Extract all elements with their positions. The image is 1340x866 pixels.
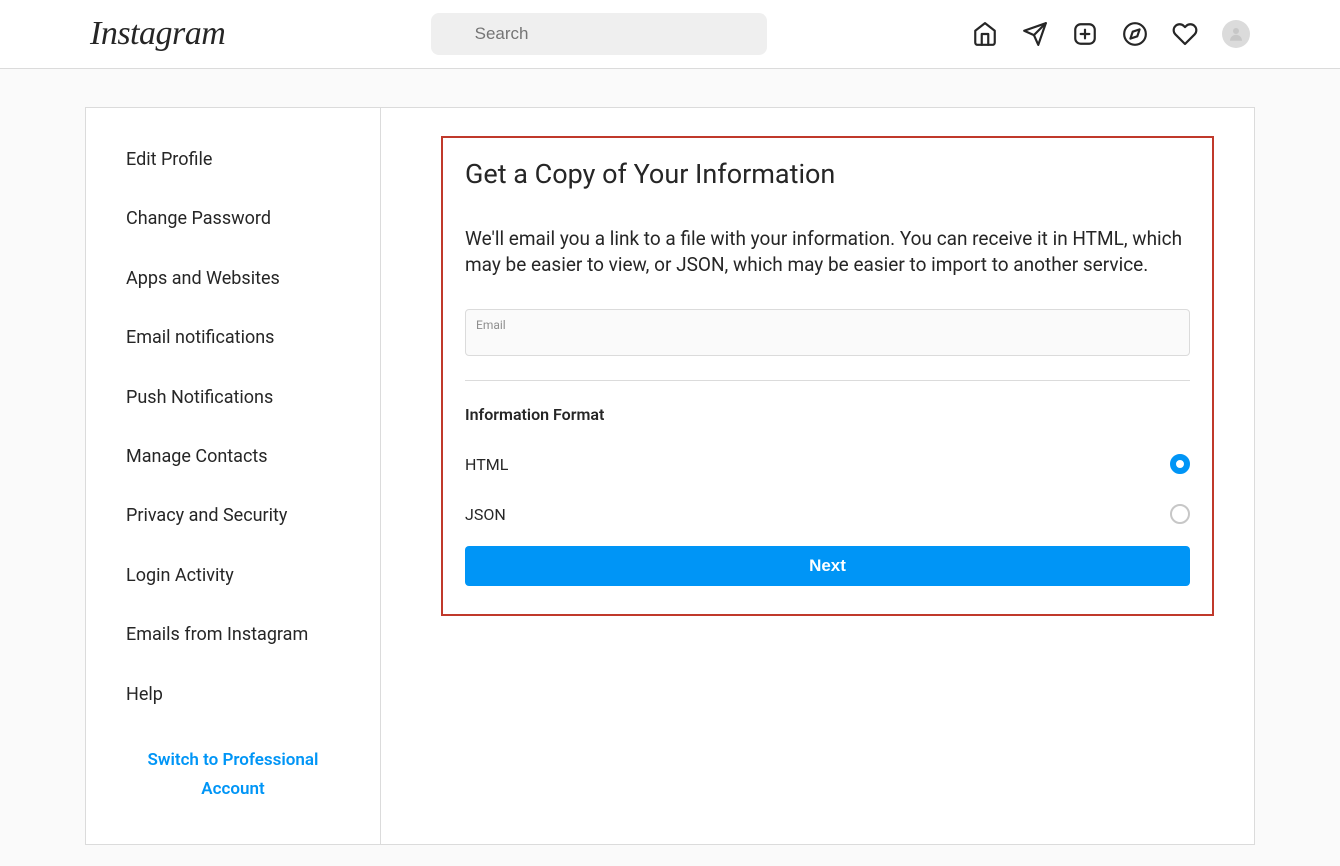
sidebar-item-help[interactable]: Help (86, 665, 380, 724)
format-label-html: HTML (465, 455, 508, 474)
settings-sidebar: Edit Profile Change Password Apps and We… (85, 107, 381, 845)
format-title: Information Format (465, 405, 1190, 424)
format-row-json[interactable]: JSON (465, 496, 1190, 546)
sidebar-item-change-password[interactable]: Change Password (86, 189, 380, 248)
email-field[interactable]: Email (465, 309, 1190, 356)
email-label: Email (476, 318, 1179, 332)
profile-avatar[interactable] (1222, 20, 1250, 48)
sidebar-item-edit-profile[interactable]: Edit Profile (86, 130, 380, 189)
highlighted-section: Get a Copy of Your Information We'll ema… (441, 136, 1214, 616)
new-post-icon[interactable] (1072, 21, 1098, 47)
page-title: Get a Copy of Your Information (465, 158, 1190, 190)
instagram-logo[interactable]: Instagram (90, 15, 225, 53)
format-row-html[interactable]: HTML (465, 446, 1190, 496)
messages-icon[interactable] (1022, 21, 1048, 47)
explore-icon[interactable] (1122, 21, 1148, 47)
next-button[interactable]: Next (465, 546, 1190, 586)
sidebar-item-privacy-security[interactable]: Privacy and Security (86, 486, 380, 545)
radio-html[interactable] (1170, 454, 1190, 474)
radio-json[interactable] (1170, 504, 1190, 524)
main-content: Get a Copy of Your Information We'll ema… (381, 107, 1255, 845)
sidebar-item-email-notifications[interactable]: Email notifications (86, 308, 380, 367)
sidebar-item-push-notifications[interactable]: Push Notifications (86, 368, 380, 427)
sidebar-item-login-activity[interactable]: Login Activity (86, 546, 380, 605)
divider (465, 380, 1190, 381)
sidebar-item-apps-websites[interactable]: Apps and Websites (86, 249, 380, 308)
page-description: We'll email you a link to a file with yo… (465, 226, 1190, 277)
app-header: Instagram (0, 0, 1340, 69)
switch-professional-link[interactable]: Switch to Professional Account (86, 724, 380, 844)
activity-icon[interactable] (1172, 21, 1198, 47)
sidebar-item-manage-contacts[interactable]: Manage Contacts (86, 427, 380, 486)
search-input[interactable] (431, 13, 767, 55)
sidebar-item-emails-instagram[interactable]: Emails from Instagram (86, 605, 380, 664)
home-icon[interactable] (972, 21, 998, 47)
format-label-json: JSON (465, 505, 506, 524)
